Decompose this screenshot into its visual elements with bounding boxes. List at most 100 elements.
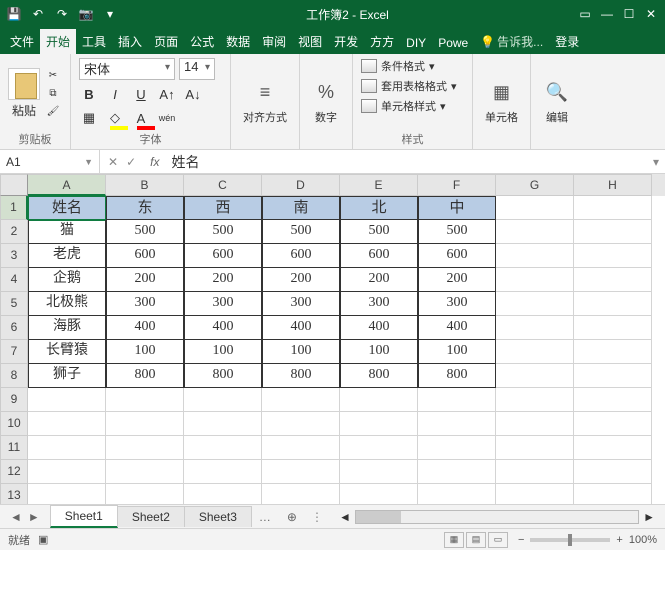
- cell[interactable]: [574, 460, 652, 484]
- cell[interactable]: [574, 412, 652, 436]
- cell[interactable]: [574, 436, 652, 460]
- cell[interactable]: 100: [418, 340, 496, 364]
- italic-button[interactable]: I: [105, 84, 125, 104]
- cell[interactable]: 长臂猿: [28, 340, 106, 364]
- cut-icon[interactable]: ✂: [44, 68, 62, 84]
- editing-button[interactable]: 🔍 编辑: [539, 75, 575, 129]
- cell[interactable]: 300: [106, 292, 184, 316]
- cell[interactable]: [496, 436, 574, 460]
- underline-button[interactable]: U: [131, 84, 151, 104]
- cell[interactable]: 姓名: [28, 196, 106, 220]
- sheet-nav-prev-icon[interactable]: ◄: [10, 510, 22, 524]
- row-header[interactable]: 10: [0, 412, 28, 436]
- camera-icon[interactable]: 📷: [78, 6, 94, 22]
- view-page-break-icon[interactable]: ▭: [488, 532, 508, 548]
- paste-button[interactable]: 粘贴: [8, 68, 40, 119]
- bold-button[interactable]: B: [79, 84, 99, 104]
- cell[interactable]: [574, 340, 652, 364]
- font-name-select[interactable]: 宋体: [79, 58, 175, 80]
- close-icon[interactable]: ✕: [643, 6, 659, 22]
- cell[interactable]: 200: [418, 268, 496, 292]
- cell[interactable]: [340, 460, 418, 484]
- cell[interactable]: [574, 244, 652, 268]
- row-header[interactable]: 11: [0, 436, 28, 460]
- cell[interactable]: 西: [184, 196, 262, 220]
- cell[interactable]: [28, 412, 106, 436]
- ribbon-options-icon[interactable]: ▭: [577, 6, 593, 22]
- tab-view[interactable]: 视图: [292, 29, 328, 54]
- cell[interactable]: [340, 484, 418, 504]
- cell[interactable]: 500: [340, 220, 418, 244]
- tab-page[interactable]: 页面: [148, 29, 184, 54]
- cell[interactable]: 200: [106, 268, 184, 292]
- col-header-h[interactable]: H: [574, 174, 652, 196]
- cell[interactable]: [496, 364, 574, 388]
- cell[interactable]: 300: [262, 292, 340, 316]
- zoom-level[interactable]: 100%: [629, 534, 657, 546]
- col-header-b[interactable]: B: [106, 174, 184, 196]
- cell[interactable]: 200: [184, 268, 262, 292]
- cell[interactable]: 200: [340, 268, 418, 292]
- tab-dev[interactable]: 开发: [328, 29, 364, 54]
- cell[interactable]: 100: [340, 340, 418, 364]
- cell[interactable]: 600: [184, 244, 262, 268]
- add-sheet-icon[interactable]: ⊕: [279, 510, 305, 524]
- worksheet-grid[interactable]: A B C D E F G H 1姓名东西南北中2猫50050050050050…: [0, 174, 665, 504]
- cell[interactable]: [496, 340, 574, 364]
- zoom-in-icon[interactable]: +: [616, 534, 622, 546]
- sheet-tab-2[interactable]: Sheet2: [117, 506, 185, 527]
- cell[interactable]: 800: [106, 364, 184, 388]
- cell[interactable]: 狮子: [28, 364, 106, 388]
- cell[interactable]: [496, 220, 574, 244]
- cell[interactable]: [106, 388, 184, 412]
- cell[interactable]: [496, 316, 574, 340]
- cell[interactable]: 800: [262, 364, 340, 388]
- cell[interactable]: [262, 412, 340, 436]
- macro-record-icon[interactable]: ▣: [38, 533, 48, 546]
- cell[interactable]: [574, 316, 652, 340]
- formula-input[interactable]: 姓名: [165, 152, 647, 172]
- cell[interactable]: 400: [106, 316, 184, 340]
- cell[interactable]: 600: [418, 244, 496, 268]
- cell[interactable]: [340, 412, 418, 436]
- cell[interactable]: [496, 460, 574, 484]
- col-header-c[interactable]: C: [184, 174, 262, 196]
- tab-tools[interactable]: 工具: [76, 29, 112, 54]
- maximize-icon[interactable]: ☐: [621, 6, 637, 22]
- cell[interactable]: [418, 460, 496, 484]
- cell[interactable]: 北: [340, 196, 418, 220]
- cell[interactable]: [496, 292, 574, 316]
- cell[interactable]: 300: [340, 292, 418, 316]
- view-page-layout-icon[interactable]: ▤: [466, 532, 486, 548]
- cell[interactable]: [496, 484, 574, 504]
- col-header-f[interactable]: F: [418, 174, 496, 196]
- font-grow-icon[interactable]: A↑: [157, 84, 177, 104]
- cell[interactable]: [496, 196, 574, 220]
- cell[interactable]: 100: [184, 340, 262, 364]
- tab-formulas[interactable]: 公式: [184, 29, 220, 54]
- cell[interactable]: 100: [106, 340, 184, 364]
- row-header[interactable]: 9: [0, 388, 28, 412]
- horizontal-scrollbar[interactable]: ◄ ►: [329, 510, 665, 524]
- cell[interactable]: [574, 484, 652, 504]
- col-header-g[interactable]: G: [496, 174, 574, 196]
- cell[interactable]: 600: [106, 244, 184, 268]
- conditional-format-button[interactable]: 条件格式▾: [361, 58, 464, 74]
- cell[interactable]: [28, 436, 106, 460]
- view-normal-icon[interactable]: ▦: [444, 532, 464, 548]
- row-header[interactable]: 13: [0, 484, 28, 504]
- cell[interactable]: [574, 196, 652, 220]
- select-all-corner[interactable]: [0, 174, 28, 196]
- col-header-d[interactable]: D: [262, 174, 340, 196]
- row-header[interactable]: 7: [0, 340, 28, 364]
- zoom-slider[interactable]: [530, 538, 610, 542]
- row-header[interactable]: 12: [0, 460, 28, 484]
- cell[interactable]: 600: [262, 244, 340, 268]
- cell[interactable]: [262, 388, 340, 412]
- cell[interactable]: 企鹅: [28, 268, 106, 292]
- cell[interactable]: [184, 412, 262, 436]
- format-painter-icon[interactable]: 🖌: [44, 104, 62, 120]
- font-color-icon[interactable]: A: [131, 108, 151, 128]
- row-header[interactable]: 5: [0, 292, 28, 316]
- row-header[interactable]: 8: [0, 364, 28, 388]
